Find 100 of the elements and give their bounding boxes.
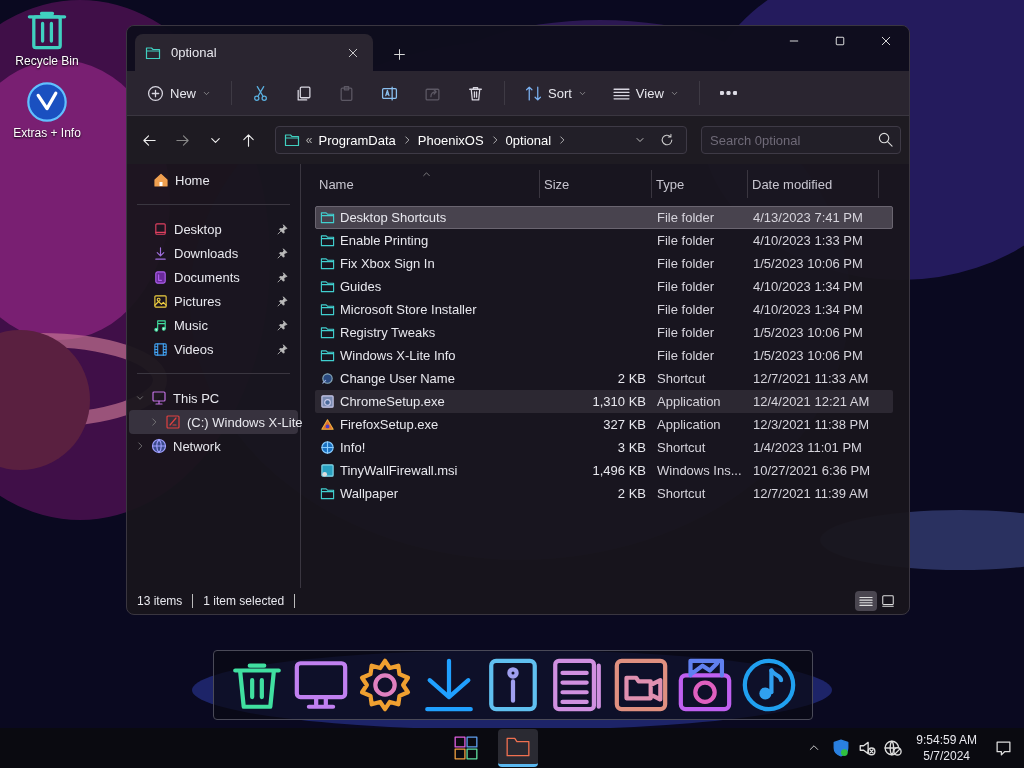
music-note-icon[interactable]: [740, 656, 798, 714]
file-row[interactable]: Change User Name 2 KB Shortcut 12/7/2021 11:33 AM: [315, 367, 893, 390]
sidebar-item[interactable]: Desktop: [129, 217, 298, 241]
downloads-icon: [153, 245, 168, 261]
tree-item[interactable]: Network: [129, 434, 298, 458]
folder-icon: [320, 325, 335, 340]
video-camera-icon[interactable]: [612, 656, 670, 714]
no-internet-icon[interactable]: [884, 739, 903, 757]
file-row[interactable]: Guides File folder 4/10/2023 1:34 PM: [315, 275, 893, 298]
file-row[interactable]: Windows X-Lite Info File folder 1/5/2023 10:06 PM: [315, 344, 893, 367]
shield-icon[interactable]: [832, 739, 851, 757]
computer-icon: [151, 390, 167, 406]
tab-title: 0ptional: [171, 45, 218, 60]
pictures-icon: [153, 293, 168, 309]
breadcrumb-item[interactable]: 0ptional: [505, 132, 552, 148]
file-date: 12/4/2021 12:21 AM: [752, 394, 871, 409]
file-row[interactable]: Registry Tweaks File folder 1/5/2023 10:06 PM: [315, 321, 893, 344]
file-explorer-button[interactable]: [498, 729, 538, 767]
file-date: 4/10/2023 1:34 PM: [752, 302, 864, 317]
file-date: 4/10/2023 1:34 PM: [752, 279, 864, 294]
file-type: File folder: [656, 302, 716, 317]
music-icon: [153, 317, 168, 333]
camera-icon[interactable]: [676, 656, 734, 714]
sidebar-item[interactable]: Music: [129, 313, 298, 337]
grid-icon: [453, 735, 479, 761]
forward-arrow-icon: [174, 132, 190, 148]
file-date: 12/7/2021 11:39 AM: [752, 486, 870, 501]
clock-date[interactable]: 5/7/2024: [923, 748, 970, 764]
desktop-icon-label[interactable]: Recycle Bin: [15, 54, 79, 68]
ellipsis-icon: [719, 91, 737, 95]
file-name: Change User Name: [340, 371, 455, 386]
sidebar-item[interactable]: Documents: [129, 265, 298, 289]
folder-icon: [145, 44, 161, 61]
orb-icon[interactable]: [25, 80, 69, 124]
file-row[interactable]: Desktop Shortcuts File folder 4/13/2023 7:41 PM: [315, 206, 893, 229]
file-row[interactable]: Enable Printing File folder 4/10/2023 1:33 PM: [315, 229, 893, 252]
muted-speaker-icon[interactable]: [858, 739, 877, 757]
view-button[interactable]: View: [602, 78, 689, 108]
maximize-icon: [834, 35, 846, 47]
selection-count: 1 item selected: [203, 594, 285, 608]
file-name: TinyWallFirewall.msi: [340, 463, 458, 478]
file-row[interactable]: ChromeSetup.exe 1,310 KB Application 12/4/2021 12:21 AM: [315, 390, 893, 413]
clock-time[interactable]: 9:54:59 AM: [916, 732, 977, 748]
sort-button[interactable]: Sort: [515, 78, 597, 108]
file-name: Enable Printing: [340, 233, 429, 248]
search-icon: [878, 132, 893, 147]
lines-icon: [859, 594, 873, 608]
folder-icon: [320, 486, 335, 501]
file-size: 2 KB: [616, 486, 647, 501]
copy-icon: [295, 84, 312, 102]
file-type: Windows Ins...: [656, 463, 743, 478]
package-icon: [320, 463, 335, 478]
file-name: Windows X-Lite Info: [340, 348, 456, 363]
window-tab[interactable]: 0ptional: [135, 34, 373, 71]
file-type: Application: [656, 394, 722, 409]
file-date: 4/13/2023 7:41 PM: [752, 210, 864, 225]
file-row[interactable]: Info! 3 KB Shortcut 1/4/2023 11:01 PM: [315, 436, 893, 459]
close-icon: [347, 46, 359, 59]
file-date: 1/4/2023 11:01 PM: [752, 440, 863, 455]
file-row[interactable]: FirefoxSetup.exe 327 KB Application 12/3/2021 11:38 PM: [315, 413, 893, 436]
sidebar-item[interactable]: Downloads: [129, 241, 298, 265]
file-size: 2 KB: [616, 371, 647, 386]
file-row[interactable]: Microsoft Store Installer File folder 4/10/2023 1:34 PM: [315, 298, 893, 321]
file-type: File folder: [656, 279, 716, 294]
column-header[interactable]: Type: [652, 170, 748, 198]
search-field[interactable]: Search 0ptional: [701, 126, 901, 154]
breadcrumb-item[interactable]: PhoenixOS: [417, 132, 484, 148]
overflow-chevrons[interactable]: «: [305, 133, 313, 147]
speech-bubble-icon: [995, 739, 1012, 757]
column-header[interactable]: Name: [315, 170, 540, 198]
folder-icon: [320, 279, 335, 294]
folder-icon: [320, 210, 335, 225]
sidebar-item[interactable]: Home: [129, 168, 298, 192]
file-size: 1,496 KB: [591, 463, 647, 478]
sidebar-item[interactable]: Videos: [129, 337, 298, 361]
file-row[interactable]: TinyWallFirewall.msi 1,496 KB Windows Ins... 10/27/2021 6:36 PM: [315, 459, 893, 482]
sidebar-item[interactable]: Pictures: [129, 289, 298, 313]
file-date: 4/10/2023 1:33 PM: [752, 233, 864, 248]
up-arrow-icon: [240, 132, 256, 148]
file-row[interactable]: Wallpaper 2 KB Shortcut 12/7/2021 11:39 AM: [315, 482, 893, 505]
new-button[interactable]: New: [137, 78, 221, 108]
file-row[interactable]: Fix Xbox Sign In File folder 1/5/2023 10:06 PM: [315, 252, 893, 275]
house-icon: [153, 172, 169, 188]
folder-icon: [283, 132, 300, 148]
file-name: Guides: [340, 279, 382, 294]
application-icon: [320, 394, 335, 409]
column-header[interactable]: Date modified: [748, 170, 879, 198]
file-name: Wallpaper: [340, 486, 399, 501]
desktop-icon-label[interactable]: Extras + Info: [13, 126, 81, 140]
file-name: Fix Xbox Sign In: [340, 256, 435, 271]
file-date: 1/5/2023 10:06 PM: [752, 256, 864, 271]
breadcrumb-item[interactable]: ProgramData: [318, 132, 396, 148]
address-bar[interactable]: « ProgramData PhoenixOS 0ptional: [274, 126, 687, 154]
column-header[interactable]: Size: [540, 170, 652, 198]
file-type: Shortcut: [656, 371, 707, 386]
file-type: File folder: [656, 233, 716, 248]
file-name: Info!: [340, 440, 366, 455]
rename-icon: [381, 84, 398, 102]
details-view-button[interactable]: [855, 591, 877, 611]
tree-item[interactable]: This PC: [129, 386, 298, 410]
